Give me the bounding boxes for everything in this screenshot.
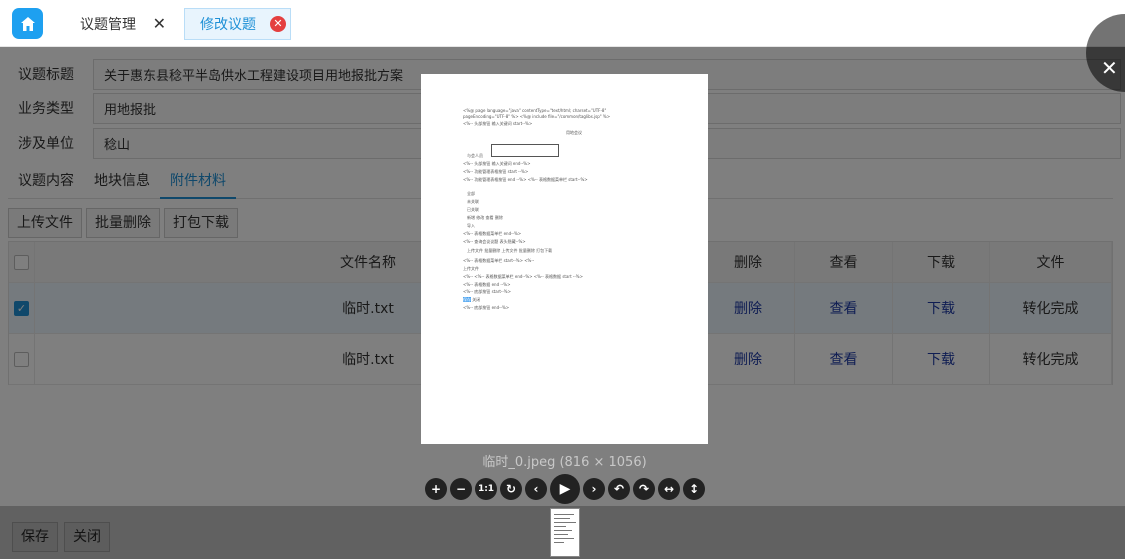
doc-input-box [491,144,559,157]
viewer-image[interactable]: <%@ page language="java" contentType="te… [421,74,708,444]
doc-line: <%-- 功能管理表格按钮 end --%> <%-- 表格数据菜单栏 star… [463,177,588,182]
one-to-one-icon[interactable]: 1:1 [475,478,497,500]
doc-line: 导入 [467,223,475,228]
doc-line: pageEncoding="UTF-8" %> <%@ include file… [463,114,611,119]
doc-line: <%-- 头部按钮 输入关键词 start--%> [463,121,533,126]
play-icon[interactable]: ▶ [550,474,580,504]
viewer-caption: 临时_0.jpeg (816 × 1056) [482,455,647,470]
home-icon [20,16,35,31]
doc-line: 保存 关闭 [463,297,481,302]
flip-vertical-icon[interactable]: ↕ [683,478,705,500]
zoom-in-icon[interactable]: + [425,478,447,500]
doc-line: 新增 修改 查看 删除 [467,215,503,220]
doc-line: <%-- 底部按钮 end--%> [463,305,510,310]
tab-topic-management[interactable]: 议题管理 ✕ [64,8,178,40]
rotate-left-icon[interactable]: ↶ [608,478,630,500]
doc-line: 上传文件 [463,266,479,271]
close-icon[interactable]: ✕ [1101,56,1118,80]
doc-line: <%-- <%-- 表格数据菜单栏 end--%> <%-- 表格数据 star… [463,274,583,279]
rotate-right-icon[interactable]: ↷ [633,478,655,500]
doc-line: 上传文件 批量删除 上传文件 批量删除 打包下载 [467,248,553,253]
doc-line: <%-- 查询会议议题 表头隐藏--%> [463,239,526,244]
doc-line: 已关联 [467,207,479,212]
next-icon[interactable]: › [583,478,605,500]
doc-line: 全部 [467,191,475,196]
home-button[interactable] [12,8,43,39]
doc-line: <%-- 头部按钮 输入关键词 end--%> [463,161,531,166]
tab-edit-topic[interactable]: 修改议题 ✕ [184,8,291,40]
doc-line: <%-- 功能管理表格按钮 start --%> [463,169,529,174]
doc-line: <%-- 表格数据菜单栏 start--%> <%-- [463,258,535,263]
prev-icon[interactable]: ‹ [525,478,547,500]
zoom-out-icon[interactable]: − [450,478,472,500]
flip-horizontal-icon[interactable]: ↔ [658,478,680,500]
doc-line: 用地会议 [566,130,582,135]
doc-line: <%-- 底部按钮 start--%> [463,289,511,294]
tab-close-icon[interactable]: ✕ [153,14,166,33]
doc-line: 与会人员 [467,153,483,158]
doc-line: <%-- 表格数据 end --%> [463,282,511,287]
doc-line: 未关联 [467,199,479,204]
reset-icon[interactable]: ↻ [500,478,522,500]
viewer-toolbar: + − 1:1 ↻ ‹ ▶ › ↶ ↷ ↔ ↕ [425,474,705,504]
tab-label: 议题管理 [80,17,136,33]
viewer-thumbnail[interactable] [550,508,580,557]
doc-highlight: 保存 [463,297,471,302]
top-tab-bar: 议题管理 ✕ 修改议题 ✕ [0,0,1125,47]
doc-line: <%-- 表格数据菜单栏 end--%> [463,231,522,236]
tab-close-icon[interactable]: ✕ [270,16,286,32]
doc-line: <%@ page language="java" contentType="te… [463,108,607,113]
tab-label: 修改议题 [200,17,256,33]
